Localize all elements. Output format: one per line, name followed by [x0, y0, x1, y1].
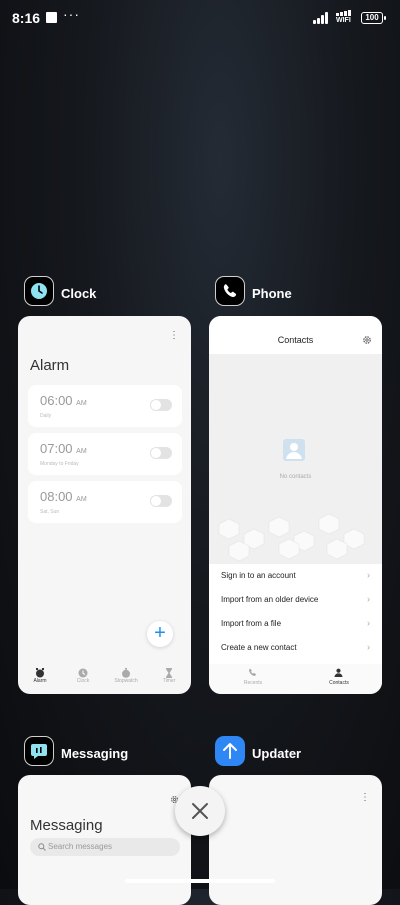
more-options-icon[interactable]: ⋮ — [169, 331, 179, 341]
phone-app-card[interactable]: Contacts No contacts Sign in to an accou… — [209, 316, 382, 694]
battery-icon: 100 — [361, 12, 386, 24]
clock-app-icon[interactable] — [24, 276, 54, 306]
hourglass-icon — [166, 668, 172, 678]
status-time: 8:16 — [12, 10, 41, 26]
updater-app-icon[interactable] — [215, 736, 245, 766]
messaging-app-card[interactable]: Messaging Search messages — [18, 775, 191, 905]
nav-recents[interactable]: Recents — [231, 664, 275, 694]
decorative-hexagon-pattern — [218, 513, 365, 562]
updater-app-card[interactable]: ⋮ — [209, 775, 382, 905]
clock-bottom-nav: Alarm Clock Stopwatch Timer — [18, 665, 191, 694]
chevron-right-icon: › — [367, 618, 370, 628]
alarm-toggle[interactable] — [150, 399, 172, 411]
notification-icon — [46, 12, 57, 23]
alarm-toggle[interactable] — [150, 447, 172, 459]
clock-app-card[interactable]: ⋮ Alarm 06:00 AM Daily 07:00 AM Monday t… — [18, 316, 191, 694]
import-older-device-option[interactable]: Import from an older device — [221, 595, 371, 604]
nav-stopwatch[interactable]: Stopwatch — [110, 665, 142, 694]
nav-clock[interactable]: Clock — [67, 665, 99, 694]
sign-in-account-option[interactable]: Sign in to an account — [221, 571, 371, 580]
alarm-toggle[interactable] — [150, 495, 172, 507]
contact-avatar-icon — [283, 439, 305, 461]
messaging-app-name: Messaging — [61, 746, 129, 761]
search-messages-input[interactable]: Search messages — [30, 838, 180, 856]
phone-icon — [249, 668, 256, 676]
close-icon — [192, 803, 208, 819]
alarm-icon — [36, 668, 44, 678]
settings-gear-icon[interactable] — [362, 335, 372, 345]
phone-app-icon[interactable] — [215, 276, 245, 306]
chevron-right-icon: › — [367, 642, 370, 652]
messaging-app-icon[interactable] — [24, 736, 54, 766]
import-file-option[interactable]: Import from a file — [221, 619, 371, 628]
clear-all-button[interactable] — [175, 786, 225, 836]
add-alarm-button[interactable]: + — [147, 621, 173, 647]
more-notifications-icon: ··· — [63, 6, 80, 22]
alarm-item[interactable]: 06:00 AM Daily — [28, 385, 182, 427]
clock-app-name: Clock — [61, 286, 97, 301]
person-icon — [334, 668, 343, 677]
clock-icon — [78, 668, 88, 678]
status-bar: 8:16 ··· WIFI 100 — [0, 0, 400, 36]
stopwatch-icon — [122, 668, 130, 678]
nav-contacts[interactable]: Contacts — [317, 664, 361, 694]
alarm-item[interactable]: 07:00 AM Monday to Friday — [28, 433, 182, 475]
updater-app-name: Updater — [252, 746, 302, 761]
contact-options-list: Sign in to an account › Import from an o… — [209, 564, 382, 664]
create-contact-option[interactable]: Create a new contact — [221, 643, 371, 652]
messaging-title: Messaging — [30, 817, 103, 834]
search-icon — [38, 843, 46, 851]
wifi-label: WIFI — [336, 17, 351, 24]
no-contacts-text: No contacts — [279, 474, 312, 480]
contacts-title: Contacts — [277, 335, 314, 345]
signal-icon — [313, 12, 331, 24]
home-indicator[interactable] — [125, 879, 275, 883]
more-options-icon[interactable]: ⋮ — [360, 793, 370, 803]
nav-timer[interactable]: Timer — [153, 665, 185, 694]
phone-app-name: Phone — [252, 286, 292, 301]
alarm-title: Alarm — [30, 357, 70, 374]
alarm-item[interactable]: 08:00 AM Sat, Sun — [28, 481, 182, 523]
wifi-icon: WIFI — [336, 10, 351, 24]
arrow-up-icon — [223, 743, 237, 759]
nav-alarm[interactable]: Alarm — [24, 665, 56, 694]
chevron-right-icon: › — [367, 570, 370, 580]
chevron-right-icon: › — [367, 594, 370, 604]
phone-bottom-nav: Recents Contacts — [209, 664, 382, 694]
